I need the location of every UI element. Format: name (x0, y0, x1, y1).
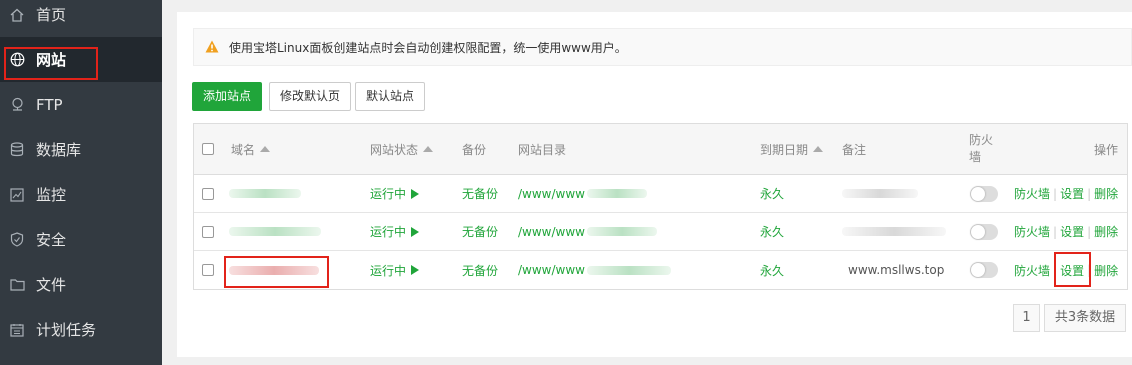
globe-icon (9, 52, 25, 68)
dir-cell[interactable]: /www/www (518, 213, 657, 250)
calendar-icon (9, 322, 25, 338)
column-ops: 操作 (1094, 142, 1119, 157)
sidebar-item-files[interactable]: 文件 (0, 262, 162, 307)
sidebar-item-cron[interactable]: 计划任务 (0, 307, 162, 352)
sidebar-item-label: FTP (36, 95, 63, 114)
sidebar-item-security[interactable]: 安全 (0, 217, 162, 262)
settings-link[interactable]: 设置 (1060, 185, 1084, 202)
status-running[interactable]: 运行中 (370, 213, 420, 250)
column-dir: 网站目录 (518, 142, 567, 157)
sidebar-item-label: 文件 (36, 276, 67, 294)
firewall-toggle[interactable] (970, 175, 998, 212)
settings-link[interactable]: 设置 (1060, 262, 1084, 279)
default-site-button[interactable]: 默认站点 (355, 82, 425, 111)
dir-cell[interactable]: /www/www (518, 251, 671, 289)
home-icon (9, 7, 25, 23)
row-checkbox[interactable] (202, 175, 214, 212)
sort-icon (423, 146, 434, 152)
sidebar-item-monitor[interactable]: 监控 (0, 172, 162, 217)
sidebar-item-label: 首页 (36, 6, 67, 24)
domain-blurred[interactable] (229, 213, 321, 250)
dir-cell[interactable]: /www/www (518, 175, 647, 212)
firewall-link[interactable]: 防火墙 (1014, 185, 1050, 202)
column-status[interactable]: 网站状态 (370, 124, 434, 174)
expire-cell[interactable]: 永久 (760, 251, 784, 289)
backup-cell[interactable]: 无备份 (462, 213, 498, 250)
sidebar-item-label: 安全 (36, 231, 67, 249)
row-checkbox[interactable] (202, 251, 214, 289)
main-panel: 使用宝塔Linux面板创建站点时会自动创建权限配置，统一使用www用户。 添加站… (177, 12, 1132, 357)
play-icon (411, 226, 420, 237)
firewall-toggle[interactable] (970, 251, 998, 289)
column-note: 备注 (842, 142, 867, 157)
row-checkbox[interactable] (202, 213, 214, 250)
table-row: 运行中 无备份 /www/www 永久 www.msllws.top 防火墙 | … (194, 251, 1127, 289)
page-total: 共3条数据 (1044, 304, 1126, 332)
delete-link[interactable]: 删除 (1094, 223, 1118, 240)
sidebar-item-website[interactable]: 网站 (0, 37, 162, 82)
column-backup: 备份 (462, 142, 487, 157)
sidebar: 首页 网站 FTP 数据库 监控 安全 文件 计划任务 (0, 0, 162, 365)
shield-icon (9, 232, 25, 248)
sort-icon (260, 146, 271, 152)
add-site-button[interactable]: 添加站点 (192, 82, 262, 111)
sidebar-item-label: 数据库 (36, 141, 82, 159)
sidebar-item-ftp[interactable]: FTP (0, 82, 162, 127)
note-blurred[interactable] (842, 175, 918, 212)
status-running[interactable]: 运行中 (370, 251, 420, 289)
domain-blurred[interactable] (229, 175, 301, 212)
notice-text: 使用宝塔Linux面板创建站点时会自动创建权限配置，统一使用www用户。 (229, 40, 627, 55)
note-blurred[interactable] (842, 213, 946, 250)
row-ops: 防火墙 | 设置 | 删除 (1014, 223, 1119, 240)
play-icon (411, 265, 420, 275)
note-cell[interactable]: www.msllws.top (848, 251, 944, 289)
backup-cell[interactable]: 无备份 (462, 175, 498, 212)
row-ops: 防火墙 | 设置 | 删除 (1014, 185, 1119, 202)
database-icon (9, 142, 25, 158)
delete-link[interactable]: 删除 (1094, 185, 1118, 202)
monitor-icon (9, 187, 25, 203)
status-running[interactable]: 运行中 (370, 175, 420, 212)
play-icon (411, 188, 420, 199)
firewall-link[interactable]: 防火墙 (1014, 262, 1050, 279)
edit-default-page-button[interactable]: 修改默认页 (269, 82, 351, 111)
sidebar-item-home[interactable]: 首页 (0, 0, 162, 37)
firewall-toggle[interactable] (970, 213, 998, 250)
sidebar-item-label: 监控 (36, 186, 67, 204)
column-expire[interactable]: 到期日期 (760, 124, 824, 174)
column-domain[interactable]: 域名 (231, 124, 271, 174)
ftp-icon (9, 97, 25, 113)
backup-cell[interactable]: 无备份 (462, 251, 498, 289)
settings-link[interactable]: 设置 (1060, 223, 1084, 240)
site-table: 域名 网站状态 备份 网站目录 到期日期 备注 防火墙 操作 运行中 无备份 /… (193, 123, 1128, 290)
sort-icon (813, 146, 824, 152)
expire-cell[interactable]: 永久 (760, 175, 784, 212)
sidebar-item-database[interactable]: 数据库 (0, 127, 162, 172)
notice-bar: 使用宝塔Linux面板创建站点时会自动创建权限配置，统一使用www用户。 (193, 28, 1132, 66)
warning-icon (205, 40, 219, 56)
domain-blurred[interactable] (229, 251, 319, 289)
sidebar-item-label: 网站 (36, 51, 67, 69)
table-header: 域名 网站状态 备份 网站目录 到期日期 备注 防火墙 操作 (194, 124, 1127, 175)
folder-icon (9, 277, 25, 293)
firewall-link[interactable]: 防火墙 (1014, 223, 1050, 240)
select-all-checkbox[interactable] (202, 124, 214, 174)
expire-cell[interactable]: 永久 (760, 213, 784, 250)
sidebar-item-label: 计划任务 (36, 321, 97, 339)
column-firewall: 防火墙 (969, 133, 994, 164)
page-number[interactable]: 1 (1013, 304, 1040, 332)
row-ops: 防火墙 | 设置 | 删除 (1014, 262, 1119, 279)
table-row: 运行中 无备份 /www/www 永久 防火墙 | 设置 | 删除 (194, 213, 1127, 251)
delete-link[interactable]: 删除 (1094, 262, 1118, 279)
table-row: 运行中 无备份 /www/www 永久 防火墙 | 设置 | 删除 (194, 175, 1127, 213)
